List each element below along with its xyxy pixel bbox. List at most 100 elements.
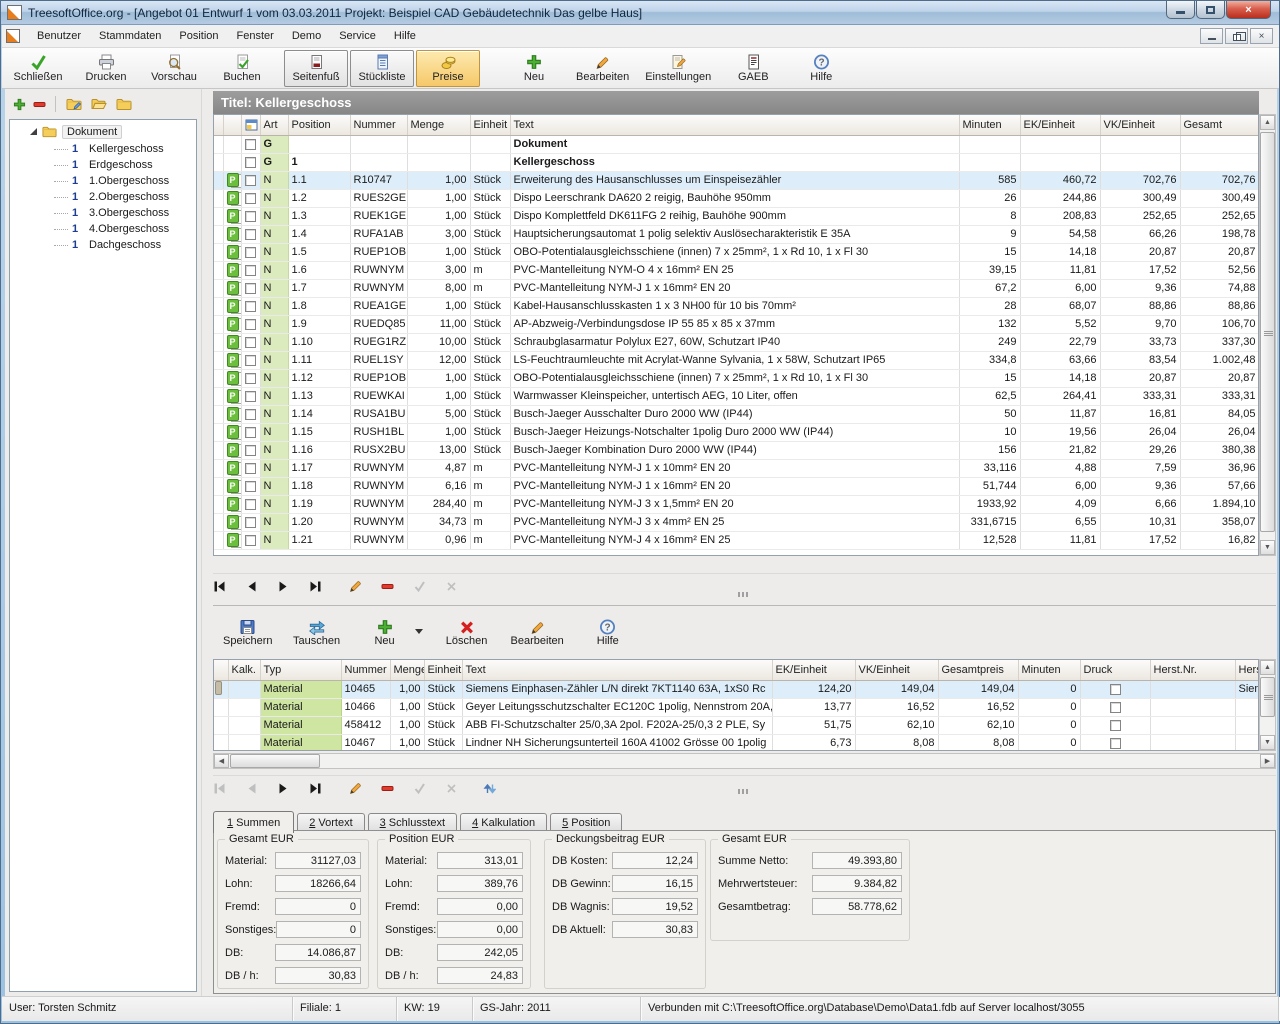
menu-benutzer[interactable]: Benutzer (28, 27, 90, 45)
row-checkbox[interactable] (245, 499, 256, 510)
calc-hscrollbar[interactable]: ◀ ▶ (213, 753, 1276, 769)
sort-button[interactable] (483, 782, 496, 795)
row-checkbox[interactable] (245, 481, 256, 492)
table-row[interactable]: N 1.6 RUWNYM 3,00 m PVC-Mantelleitung NY… (214, 261, 1259, 279)
tree-item[interactable]: 1 Kellergeschoss (10, 141, 196, 157)
druck-checkbox[interactable] (1110, 738, 1121, 749)
table-row[interactable]: N 1.19 RUWNYM 284,40 m PVC-Mantelleitung… (214, 495, 1259, 513)
table-row[interactable]: N 1.10 RUEG1RZ 10,00 Stück Schraubglasar… (214, 333, 1259, 351)
table-row[interactable]: N 1.1 R10747 1,00 Stück Erweiterung des … (214, 171, 1259, 189)
splitter-grip[interactable] (738, 592, 740, 597)
tree-remove-button[interactable] (33, 98, 46, 111)
mdi-minimize-button[interactable] (1200, 28, 1223, 44)
druck-checkbox[interactable] (1110, 684, 1121, 695)
scroll-thumb[interactable] (1260, 677, 1275, 717)
calc-row[interactable]: Material 10466 1,00 Stück Geyer Leitungs… (214, 698, 1259, 716)
hilfe-button[interactable]: Hilfe (795, 50, 847, 87)
col-text[interactable]: Text (462, 660, 772, 680)
speichern-button[interactable]: Speichern (223, 617, 273, 647)
table-row[interactable]: N 1.18 RUWNYM 6,16 m PVC-Mantelleitung N… (214, 477, 1259, 495)
mdi-restore-button[interactable] (1225, 28, 1248, 44)
row-checkbox[interactable] (245, 139, 256, 150)
neu-kalk-button[interactable]: Neu (361, 617, 409, 647)
col-vk-einheit[interactable]: VK/Einheit (1100, 115, 1180, 135)
col-einheit[interactable]: Einheit (424, 660, 462, 680)
col-nummer[interactable]: Nummer (350, 115, 407, 135)
nav-next-button[interactable] (277, 782, 290, 795)
table-row[interactable]: N 1.15 RUSH1BL 1,00 Stück Busch-Jaeger H… (214, 423, 1259, 441)
positions-vscrollbar[interactable]: ▲ ▼ (1259, 114, 1276, 556)
drucken-button[interactable]: Drucken (80, 50, 132, 87)
tree-item[interactable]: 1 3.Obergeschoss (10, 205, 196, 221)
table-row[interactable]: N 1.13 RUEWKAI 1,00 Stück Warmwasser Kle… (214, 387, 1259, 405)
table-row[interactable]: N 1.7 RUWNYM 8,00 m PVC-Mantelleitung NY… (214, 279, 1259, 297)
edit-record-button[interactable] (349, 782, 362, 795)
tree-add-button[interactable] (13, 98, 26, 111)
col-typ[interactable]: Typ (260, 660, 341, 680)
tree-open-folder-button[interactable] (90, 96, 108, 112)
col-gesamt[interactable]: Gesamt (1180, 115, 1259, 135)
row-checkbox[interactable] (245, 535, 256, 546)
col-position[interactable]: Position (288, 115, 350, 135)
col-minuten[interactable]: Minuten (1018, 660, 1080, 680)
row-checkbox[interactable] (245, 193, 256, 204)
col-gesamtpreis[interactable]: Gesamtpreis (938, 660, 1018, 680)
row-checkbox[interactable] (245, 409, 256, 420)
row-checkbox[interactable] (245, 373, 256, 384)
scroll-right-icon[interactable]: ▶ (1260, 754, 1275, 768)
col-hers[interactable]: Hers (1235, 660, 1259, 680)
menu-position[interactable]: Position (170, 27, 227, 45)
table-row[interactable]: N 1.16 RUSX2BU 13,00 Stück Busch-Jaeger … (214, 441, 1259, 459)
tree-item[interactable]: 1 Dachgeschoss (10, 237, 196, 253)
calc-row[interactable]: Material 10467 1,00 Stück Lindner NH Sic… (214, 734, 1259, 751)
scroll-up-icon[interactable]: ▲ (1260, 115, 1275, 130)
table-row[interactable]: G 1 Kellergeschoss (214, 153, 1259, 171)
col-menge[interactable]: Menge (407, 115, 470, 135)
nav-last-button[interactable] (309, 782, 322, 795)
menu-demo[interactable]: Demo (283, 27, 330, 45)
splitter-grip[interactable] (738, 789, 740, 794)
row-checkbox[interactable] (245, 283, 256, 294)
close-button[interactable]: × (1226, 1, 1271, 19)
row-checkbox[interactable] (245, 229, 256, 240)
scroll-left-icon[interactable]: ◀ (214, 754, 229, 768)
col-minuten[interactable]: Minuten (959, 115, 1020, 135)
nav-first-button[interactable] (213, 782, 226, 795)
menu-stammdaten[interactable]: Stammdaten (90, 27, 170, 45)
mdi-close-button[interactable]: × (1250, 28, 1273, 44)
neu-dropdown-button[interactable] (415, 629, 423, 634)
tree-item[interactable]: 1 2.Obergeschoss (10, 189, 196, 205)
hilfe-kalk-button[interactable]: Hilfe (584, 617, 632, 647)
minimize-button[interactable] (1166, 1, 1195, 19)
col-druck[interactable]: Druck (1080, 660, 1150, 680)
druck-checkbox[interactable] (1110, 720, 1121, 731)
col-art[interactable]: Art (260, 115, 288, 135)
menu-service[interactable]: Service (330, 27, 385, 45)
maximize-button[interactable] (1196, 1, 1225, 19)
col-herstnr[interactable]: Herst.Nr. (1150, 660, 1235, 680)
preise-button[interactable]: Preise (416, 50, 480, 87)
row-checkbox[interactable] (245, 319, 256, 330)
nav-first-button[interactable] (213, 580, 226, 593)
table-row[interactable]: N 1.4 RUFA1AB 3,00 Stück Hauptsicherungs… (214, 225, 1259, 243)
bearbeiten-button[interactable]: Bearbeiten (576, 50, 629, 87)
tree-item[interactable]: 1 Erdgeschoss (10, 157, 196, 173)
vorschau-button[interactable]: Vorschau (148, 50, 200, 87)
druck-checkbox[interactable] (1110, 702, 1121, 713)
col-ek-einheit[interactable]: EK/Einheit (772, 660, 855, 680)
col-nummer[interactable]: Nummer (341, 660, 390, 680)
loeschen-button[interactable]: Löschen (443, 617, 491, 647)
scroll-up-icon[interactable]: ▲ (1260, 660, 1275, 675)
col-einheit[interactable]: Einheit (470, 115, 510, 135)
post-record-button[interactable] (413, 782, 426, 795)
table-row[interactable]: N 1.14 RUSA1BU 5,00 Stück Busch-Jaeger A… (214, 405, 1259, 423)
tree-edit-folder-button[interactable] (65, 96, 83, 112)
row-checkbox[interactable] (245, 265, 256, 276)
row-checkbox[interactable] (245, 211, 256, 222)
tree-closed-folder-button[interactable] (115, 96, 133, 112)
table-row[interactable]: N 1.3 RUEK1GE 1,00 Stück Dispo Komplettf… (214, 207, 1259, 225)
calc-vscrollbar[interactable]: ▲ ▼ (1259, 659, 1276, 751)
schliessen-button[interactable]: Schließen (12, 50, 64, 87)
delete-record-button[interactable] (381, 782, 394, 795)
nav-prev-button[interactable] (245, 580, 258, 593)
